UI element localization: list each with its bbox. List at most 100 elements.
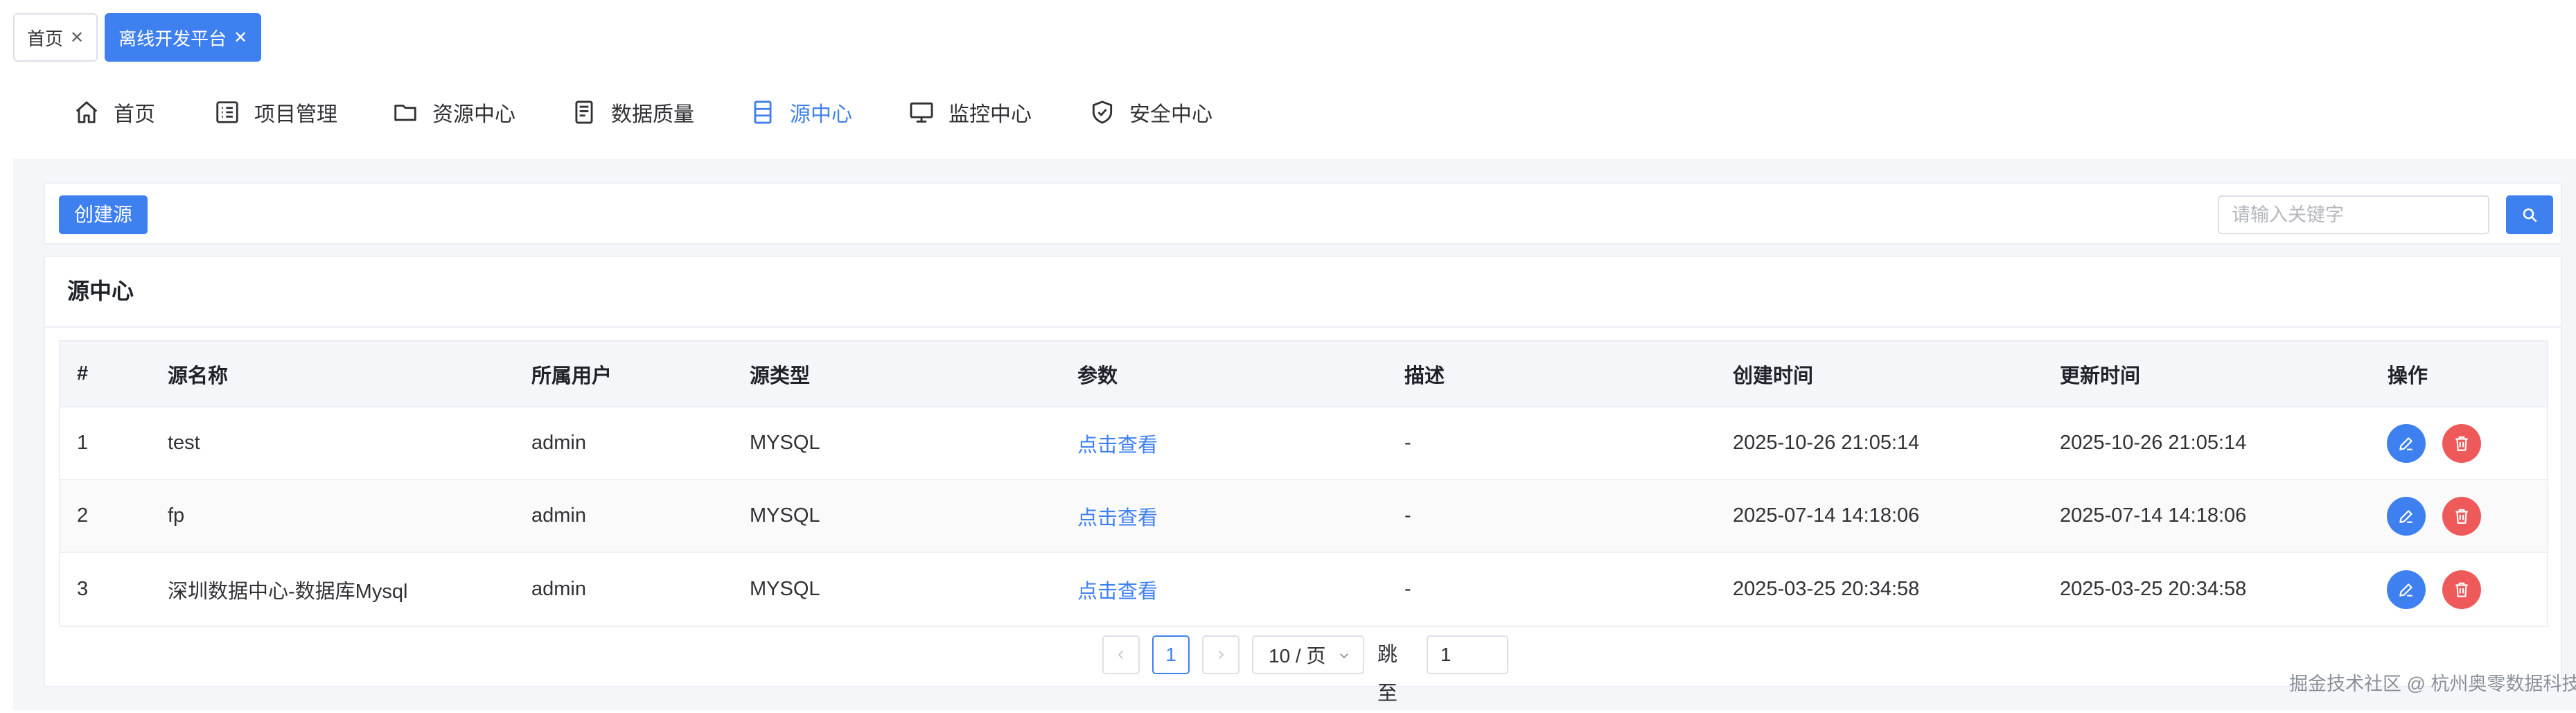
nav-item-label: 源中心 xyxy=(790,103,852,126)
chevron-right-icon xyxy=(1219,651,1224,659)
cell-index: 3 xyxy=(77,578,89,600)
column-header-user: 所属用户 xyxy=(531,364,612,387)
chevron-left-icon xyxy=(1118,651,1123,659)
row-actions xyxy=(2387,553,2498,626)
cell-type: MYSQL xyxy=(750,578,820,600)
nav-item-data-quality[interactable]: 数据质量 xyxy=(571,97,694,127)
row-actions xyxy=(2387,407,2498,479)
delete-button[interactable] xyxy=(2442,570,2481,609)
table-row: 3 深圳数据中心-数据库Mysql admin MYSQL 点击查看 - 202… xyxy=(60,553,2547,626)
nav-item-home[interactable]: 首页 xyxy=(73,97,155,127)
tab-offline-dev-platform[interactable]: 离线开发平台 ✕ xyxy=(105,13,262,62)
page-size-label: 10 / 页 xyxy=(1269,645,1326,667)
table-row: 2 fp admin MYSQL 点击查看 - 2025-07-14 14:18… xyxy=(60,480,2547,553)
source-table: # 源名称 所属用户 源类型 参数 描述 创建时间 更新时间 操作 1 test… xyxy=(59,340,2548,627)
server-icon xyxy=(754,100,772,124)
toolbar: 创建源 xyxy=(44,182,2562,245)
folder-icon xyxy=(394,105,416,121)
watermark: 掘金技术社区 @ 杭州奥零数据科技 xyxy=(2289,674,2576,694)
cell-desc: - xyxy=(1404,578,1411,600)
table-header-row: # 源名称 所属用户 源类型 参数 描述 创建时间 更新时间 操作 xyxy=(60,342,2547,407)
cell-created: 2025-07-14 14:18:06 xyxy=(1733,504,1920,527)
chevron-down-icon xyxy=(1340,653,1348,659)
edit-icon xyxy=(2399,509,2412,523)
shield-check-icon xyxy=(1092,100,1113,124)
edit-button[interactable] xyxy=(2387,423,2426,463)
trash-icon xyxy=(2455,509,2468,524)
trash-icon xyxy=(2455,436,2468,451)
page-button-current[interactable]: 1 xyxy=(1152,635,1190,674)
card-title: 源中心 xyxy=(67,279,134,303)
nav-item-label: 资源中心 xyxy=(432,103,515,126)
cell-name: test xyxy=(168,432,200,454)
column-header-name: 源名称 xyxy=(168,364,229,387)
column-header-created: 创建时间 xyxy=(1733,364,1814,387)
delete-button[interactable] xyxy=(2442,496,2481,536)
main-content: 创建源 源中心 # 源名称 所属用户 源类型 参数 描述 创建时间 更新时间 操… xyxy=(13,159,2576,710)
close-icon[interactable]: ✕ xyxy=(70,28,84,48)
nav-item-monitor-center[interactable]: 监控中心 xyxy=(908,97,1032,127)
column-header-index: # xyxy=(77,362,89,385)
view-params-link[interactable]: 点击查看 xyxy=(1077,480,1158,552)
cell-name: 深圳数据中心-数据库Mysql xyxy=(168,580,408,603)
next-page-button[interactable] xyxy=(1202,635,1240,674)
nav-item-resource-center[interactable]: 资源中心 xyxy=(392,97,515,127)
edit-icon xyxy=(2399,583,2412,597)
nav-item-label: 数据质量 xyxy=(611,103,694,126)
edit-icon xyxy=(2399,437,2412,450)
view-params-link[interactable]: 点击查看 xyxy=(1077,407,1158,479)
column-header-updated: 更新时间 xyxy=(2060,364,2141,387)
column-header-type: 源类型 xyxy=(750,364,811,387)
cell-name: fp xyxy=(168,504,185,527)
cell-updated: 2025-10-26 21:05:14 xyxy=(2060,432,2247,454)
nav-item-label: 首页 xyxy=(114,103,155,126)
cell-updated: 2025-07-14 14:18:06 xyxy=(2060,504,2247,527)
nav-item-label: 项目管理 xyxy=(254,103,337,126)
jump-to-page-input[interactable] xyxy=(1427,635,1508,674)
document-icon xyxy=(575,100,593,124)
edit-button[interactable] xyxy=(2387,570,2426,609)
search-icon xyxy=(2523,208,2537,222)
nav-item-source-center[interactable]: 源中心 xyxy=(750,97,852,127)
create-source-button[interactable]: 创建源 xyxy=(59,195,148,234)
tab-home-label: 首页 xyxy=(27,28,64,49)
cell-updated: 2025-03-25 20:34:58 xyxy=(2060,578,2247,600)
nav-item-label: 监控中心 xyxy=(949,103,1032,126)
delete-button[interactable] xyxy=(2442,423,2481,463)
tab-home[interactable]: 首页 ✕ xyxy=(13,13,98,62)
cell-user: admin xyxy=(531,432,586,454)
cell-index: 1 xyxy=(77,432,89,454)
search-button[interactable] xyxy=(2506,195,2553,234)
view-params-link[interactable]: 点击查看 xyxy=(1077,553,1158,626)
jump-to-label: 跳至 xyxy=(1377,644,1398,705)
divider xyxy=(45,326,2561,328)
cell-desc: - xyxy=(1404,504,1411,527)
cell-type: MYSQL xyxy=(750,504,820,527)
home-icon xyxy=(76,101,98,123)
edit-button[interactable] xyxy=(2387,496,2426,536)
cell-created: 2025-03-25 20:34:58 xyxy=(1733,578,1920,600)
column-header-actions: 操作 xyxy=(2388,364,2428,387)
list-icon xyxy=(216,101,238,123)
cell-desc: - xyxy=(1404,432,1411,454)
nav-item-security-center[interactable]: 安全中心 xyxy=(1089,97,1212,127)
trash-icon xyxy=(2455,582,2468,597)
tab-offline-dev-platform-label: 离线开发平台 xyxy=(118,28,227,49)
nav-item-label: 安全中心 xyxy=(1129,103,1212,126)
page-size-select[interactable]: 10 / 页 xyxy=(1252,635,1364,674)
cell-user: admin xyxy=(531,578,586,600)
column-header-params: 参数 xyxy=(1077,364,1118,387)
cell-index: 2 xyxy=(77,504,89,527)
tab-bar: 首页 ✕ 离线开发平台 ✕ xyxy=(13,13,262,62)
cell-type: MYSQL xyxy=(750,432,820,454)
table-row: 1 test admin MYSQL 点击查看 - 2025-10-26 21:… xyxy=(60,407,2547,480)
cell-created: 2025-10-26 21:05:14 xyxy=(1733,432,1920,454)
nav-item-project-management[interactable]: 项目管理 xyxy=(214,97,337,127)
source-center-card: 源中心 # 源名称 所属用户 源类型 参数 描述 创建时间 更新时间 操作 1 … xyxy=(44,256,2562,705)
cell-user: admin xyxy=(531,504,586,527)
prev-page-button[interactable] xyxy=(1102,635,1140,674)
column-header-desc: 描述 xyxy=(1404,364,1445,387)
row-actions xyxy=(2387,480,2498,552)
close-icon[interactable]: ✕ xyxy=(233,28,247,48)
search-input[interactable] xyxy=(2218,195,2489,234)
